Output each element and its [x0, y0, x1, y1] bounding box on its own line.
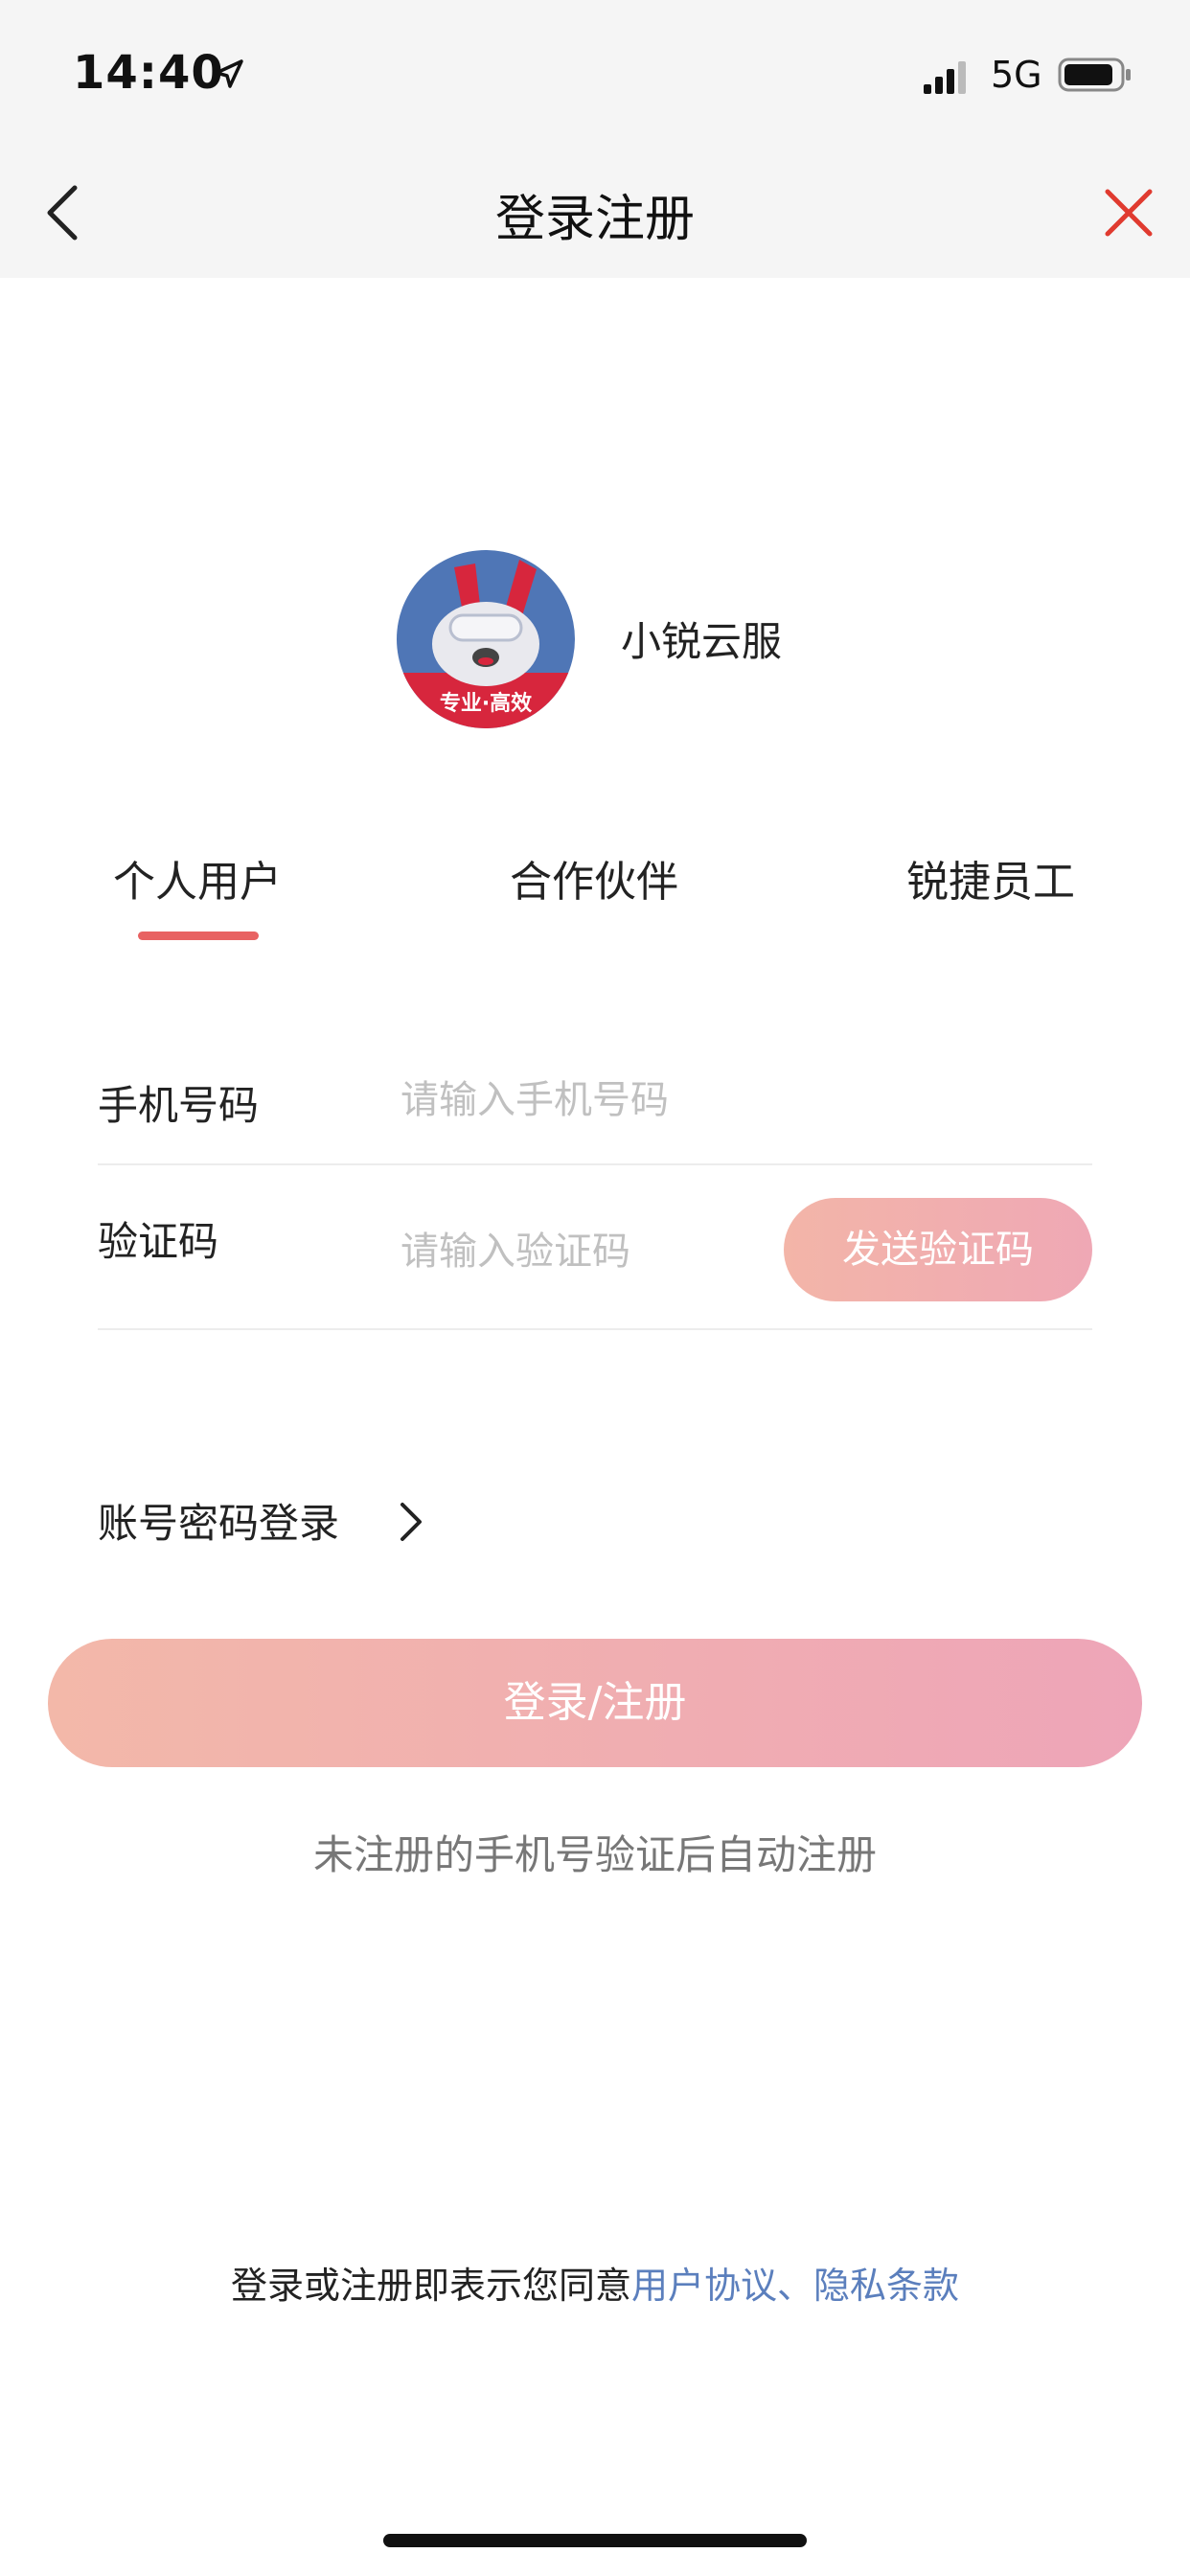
- verification-code-label: 验证码: [98, 1218, 219, 1265]
- chevron-right-icon[interactable]: [399, 1501, 423, 1543]
- location-arrow-icon: [215, 59, 243, 88]
- logo-badge-text: 专业·高效: [439, 692, 533, 716]
- verification-code-input[interactable]: [400, 1225, 765, 1278]
- phone-input[interactable]: [400, 1073, 1090, 1127]
- phone-label: 手机号码: [98, 1082, 260, 1129]
- divider: [98, 1163, 1092, 1165]
- brand-name: 小锐云服: [621, 618, 783, 665]
- divider: [98, 1328, 1092, 1330]
- home-indicator[interactable]: [383, 2534, 807, 2547]
- battery-icon: [1058, 58, 1131, 92]
- network-type: 5G: [991, 54, 1042, 96]
- active-tab-indicator: [138, 932, 259, 940]
- status-time: 14:40: [73, 46, 224, 100]
- user-agreement-link[interactable]: 用户协议: [631, 2265, 777, 2307]
- password-login-link[interactable]: 账号密码登录: [98, 1491, 339, 1550]
- close-button[interactable]: [1102, 186, 1156, 240]
- tab-personal-user[interactable]: 个人用户: [113, 847, 282, 908]
- privacy-policy-link[interactable]: 隐私条款: [813, 2265, 959, 2307]
- login-register-button[interactable]: 登录/注册: [48, 1639, 1142, 1767]
- tab-partner[interactable]: 合作伙伴: [510, 847, 678, 908]
- tab-ruijie-employee[interactable]: 锐捷员工: [906, 847, 1075, 908]
- signal-icon: [924, 61, 966, 94]
- page-title: 登录注册: [494, 191, 695, 248]
- send-code-button[interactable]: 发送验证码: [784, 1198, 1092, 1301]
- agreement-prefix: 登录或注册即表示您同意: [230, 2265, 631, 2307]
- agreement-separator: 、: [777, 2265, 814, 2307]
- auto-register-hint: 未注册的手机号验证后自动注册: [312, 1831, 877, 1878]
- agreement-text: 登录或注册即表示您同意用户协议、隐私条款: [0, 2256, 1190, 2309]
